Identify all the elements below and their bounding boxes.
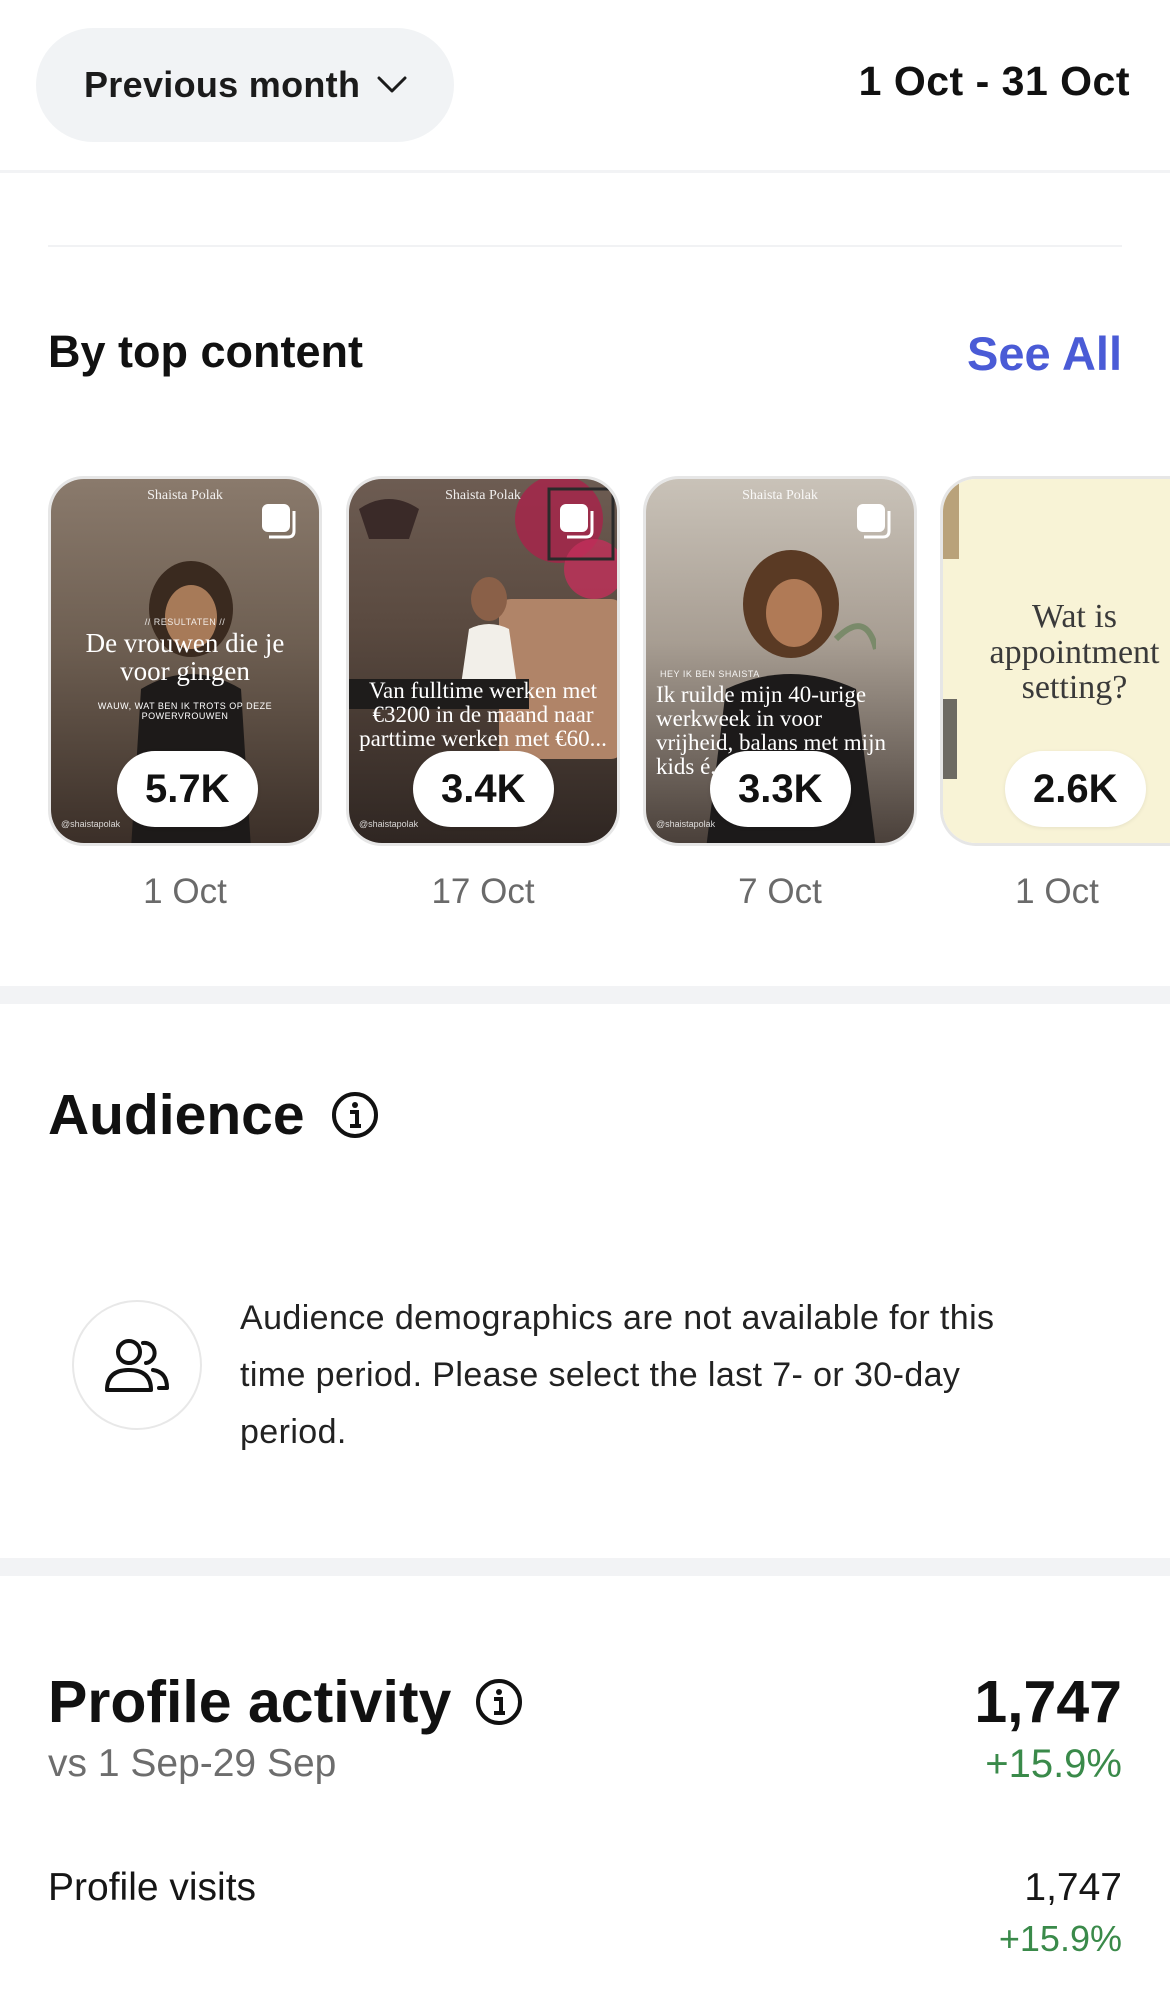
card-date: 17 Oct bbox=[431, 872, 535, 911]
profile-visits-change: +15.9% bbox=[998, 1918, 1122, 1959]
profile-activity-title: Profile activity bbox=[48, 1669, 452, 1735]
content-card-1[interactable]: Shaista Polak // RESULTATEN // De vrouwe… bbox=[48, 476, 322, 846]
top-content-title: By top content bbox=[48, 326, 363, 377]
info-icon[interactable] bbox=[331, 1091, 379, 1139]
carousel-icon bbox=[262, 504, 296, 539]
profile-activity-total: 1,747 bbox=[974, 1669, 1122, 1735]
period-dropdown[interactable]: Previous month bbox=[36, 28, 454, 142]
profile-visits-value: 1,747 bbox=[1024, 1866, 1122, 1909]
views-badge: 3.3K bbox=[710, 751, 851, 827]
profile-activity-header: Profile activity bbox=[48, 1668, 523, 1736]
card-handle: @shaistapolak bbox=[61, 819, 121, 829]
section-separator bbox=[0, 986, 1170, 1004]
chevron-down-icon bbox=[377, 76, 407, 93]
photo-strip bbox=[943, 699, 957, 779]
card-date: 7 Oct bbox=[738, 872, 822, 911]
card-kicker: HEY IK BEN SHAISTA bbox=[660, 669, 760, 679]
profile-activity-change: +15.9% bbox=[985, 1742, 1122, 1786]
period-label: Previous month bbox=[84, 64, 361, 105]
audience-icon-circle bbox=[72, 1300, 202, 1430]
date-range: 1 Oct - 31 Oct bbox=[858, 58, 1130, 104]
content-card-2[interactable]: Shaista Polak Van fulltime werken met €3… bbox=[346, 476, 620, 846]
audience-header: Audience bbox=[48, 1082, 379, 1148]
info-icon[interactable] bbox=[475, 1678, 523, 1726]
card-date: 1 Oct bbox=[1015, 872, 1099, 911]
carousel-icon bbox=[857, 504, 891, 539]
views-badge: 5.7K bbox=[117, 751, 258, 827]
card-caption: De vrouwen die je voor gingen bbox=[85, 628, 285, 687]
content-card-3[interactable]: Shaista Polak HEY IK BEN SHAISTA Ik ruil… bbox=[643, 476, 917, 846]
card-subcaption: WAUW, WAT BEN IK TROTS OP DEZE POWERVROU… bbox=[97, 701, 273, 721]
users-icon bbox=[105, 1339, 169, 1392]
section-separator bbox=[0, 1558, 1170, 1576]
audience-title: Audience bbox=[48, 1083, 305, 1147]
card-caption: Wat is appointment setting? bbox=[989, 598, 1160, 707]
content-card-4[interactable]: Wat is appointment setting? 2.6K bbox=[940, 476, 1170, 846]
divider bbox=[48, 245, 1122, 247]
profile-visits-label: Profile visits bbox=[48, 1866, 257, 1909]
views-badge: 3.4K bbox=[413, 751, 554, 827]
card-date: 1 Oct bbox=[143, 872, 227, 911]
card-kicker: // RESULTATEN // bbox=[144, 617, 226, 627]
divider bbox=[0, 170, 1170, 173]
card-handle: @shaistapolak bbox=[359, 819, 419, 829]
photo-strip bbox=[943, 479, 959, 559]
comparison-period: vs 1 Sep-29 Sep bbox=[48, 1742, 337, 1785]
see-all-link[interactable]: See All bbox=[967, 326, 1122, 381]
carousel-icon bbox=[560, 504, 594, 539]
audience-unavailable-message: Audience demographics are not available … bbox=[240, 1299, 995, 1451]
card-handle: @shaistapolak bbox=[656, 819, 716, 829]
views-badge: 2.6K bbox=[1005, 751, 1146, 827]
